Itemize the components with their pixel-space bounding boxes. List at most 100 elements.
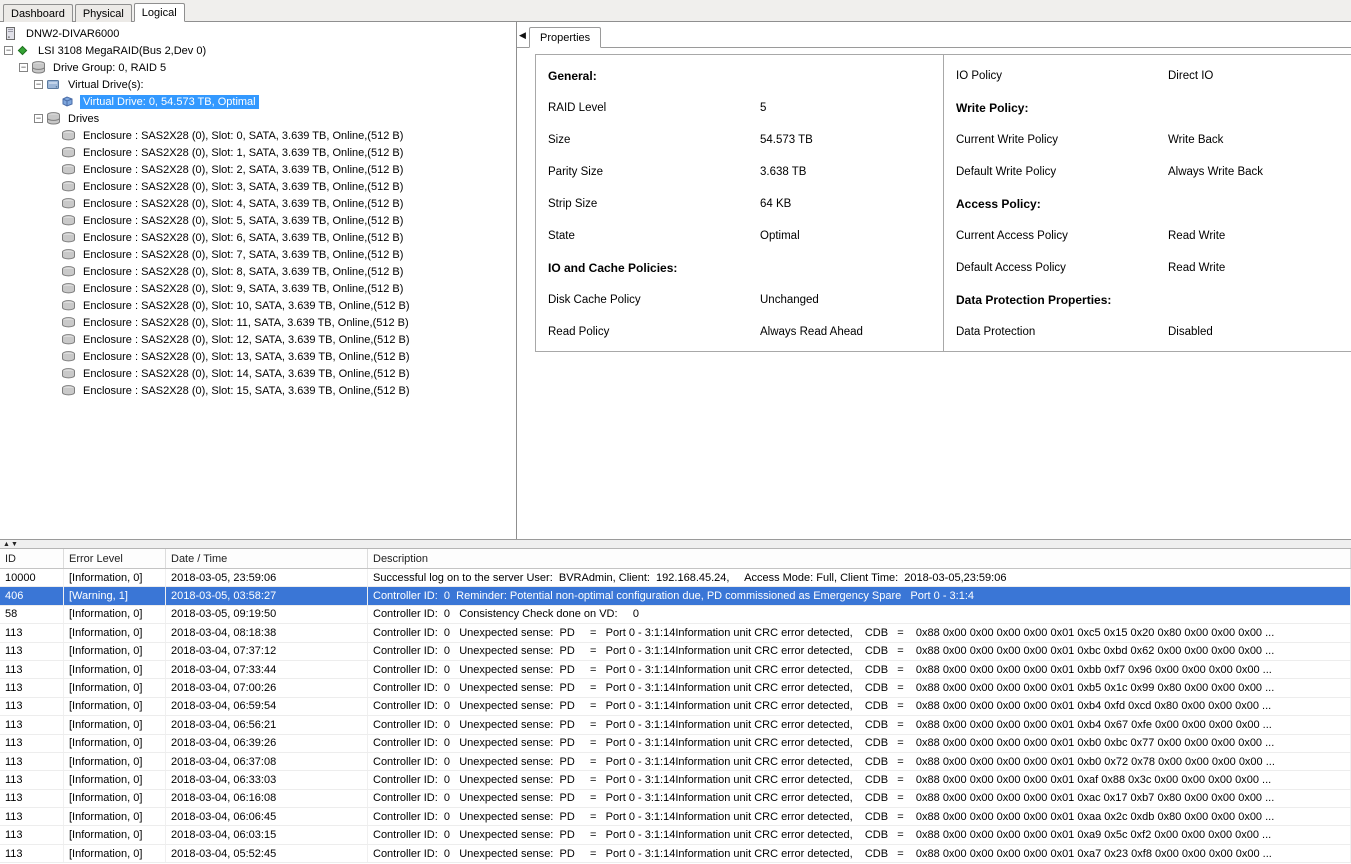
property-value: 3.638 TB [760, 166, 943, 178]
property-row: Parity Size3.638 TB [536, 156, 943, 188]
tree-item[interactable]: Enclosure : SAS2X28 (0), Slot: 12, SATA,… [0, 331, 516, 348]
tree-item[interactable]: Enclosure : SAS2X28 (0), Slot: 9, SATA, … [0, 280, 516, 297]
event-log-row[interactable]: 113[Information, 0]2018-03-04, 06:56:21C… [0, 716, 1351, 734]
event-log-row[interactable]: 113[Information, 0]2018-03-04, 06:06:45C… [0, 808, 1351, 826]
drive-icon [61, 283, 77, 294]
tree-item-label: Enclosure : SAS2X28 (0), Slot: 15, SATA,… [80, 384, 413, 398]
event-log-row[interactable]: 113[Information, 0]2018-03-04, 06:03:15C… [0, 826, 1351, 844]
event-log-row[interactable]: 406[Warning, 1]2018-03-05, 03:58:27Contr… [0, 587, 1351, 605]
tree-item[interactable]: Enclosure : SAS2X28 (0), Slot: 7, SATA, … [0, 246, 516, 263]
event-datetime: 2018-03-04, 07:33:44 [166, 661, 368, 678]
event-log-row[interactable]: 113[Information, 0]2018-03-04, 07:00:26C… [0, 679, 1351, 697]
event-id: 406 [0, 587, 64, 604]
event-log-row[interactable]: 58[Information, 0]2018-03-05, 09:19:50Co… [0, 606, 1351, 624]
drive-group-icon [31, 61, 47, 74]
expander-minus-icon[interactable]: − [34, 80, 43, 89]
tree-item[interactable]: − Drives [0, 110, 516, 127]
property-value: 64 KB [760, 198, 943, 210]
tree-item[interactable]: Enclosure : SAS2X28 (0), Slot: 1, SATA, … [0, 144, 516, 161]
event-log-row[interactable]: 113[Information, 0]2018-03-04, 06:16:08C… [0, 790, 1351, 808]
property-value: 54.573 TB [760, 134, 943, 146]
tree-item[interactable]: Enclosure : SAS2X28 (0), Slot: 10, SATA,… [0, 297, 516, 314]
tab-physical[interactable]: Physical [75, 4, 132, 22]
tree-item[interactable]: Virtual Drive: 0, 54.573 TB, Optimal [0, 93, 516, 110]
tree-item[interactable]: Enclosure : SAS2X28 (0), Slot: 0, SATA, … [0, 127, 516, 144]
virtual-drive-icon [61, 95, 77, 108]
property-value: Write Back [1168, 134, 1351, 146]
property-section-header: Data Protection Properties: [944, 284, 1351, 316]
tree-item-label: Enclosure : SAS2X28 (0), Slot: 14, SATA,… [80, 367, 413, 381]
event-log-row[interactable]: 113[Information, 0]2018-03-04, 06:33:03C… [0, 771, 1351, 789]
event-id: 113 [0, 661, 64, 678]
event-log-row[interactable]: 113[Information, 0]2018-03-04, 08:18:38C… [0, 624, 1351, 642]
tab-dashboard[interactable]: Dashboard [3, 4, 73, 22]
tree-item[interactable]: − Drive Group: 0, RAID 5 [0, 59, 516, 76]
property-section-header: Access Policy: [944, 188, 1351, 220]
column-header-date-time[interactable]: Date / Time [166, 549, 368, 568]
property-row: Size54.573 TB [536, 124, 943, 156]
property-label: Strip Size [548, 198, 760, 210]
splitter-down-icon[interactable]: ▼ [11, 541, 18, 548]
event-log-row[interactable]: 113[Information, 0]2018-03-04, 07:33:44C… [0, 661, 1351, 679]
property-label: State [548, 230, 760, 242]
property-section-header: General: [536, 60, 943, 92]
event-error-level: [Information, 0] [64, 643, 166, 660]
tree-item-label: Enclosure : SAS2X28 (0), Slot: 12, SATA,… [80, 333, 413, 347]
tree-item[interactable]: Enclosure : SAS2X28 (0), Slot: 8, SATA, … [0, 263, 516, 280]
event-description: Controller ID: 0 Unexpected sense: PD = … [368, 698, 1351, 715]
drive-icon [61, 385, 77, 396]
event-log-row[interactable]: 113[Information, 0]2018-03-04, 06:39:26C… [0, 735, 1351, 753]
property-label: Data Protection Properties: [956, 293, 1168, 307]
property-row: IO PolicyDirect IO [944, 60, 1351, 92]
property-value: Direct IO [1168, 70, 1351, 82]
event-log-row[interactable]: 10000[Information, 0]2018-03-05, 23:59:0… [0, 569, 1351, 587]
event-id: 10000 [0, 569, 64, 586]
tree-item[interactable]: − LSI 3108 MegaRAID(Bus 2,Dev 0) [0, 42, 516, 59]
tree-item[interactable]: Enclosure : SAS2X28 (0), Slot: 5, SATA, … [0, 212, 516, 229]
tree-item[interactable]: − Virtual Drive(s): [0, 76, 516, 93]
event-id: 113 [0, 845, 64, 862]
property-row: Current Access PolicyRead Write [944, 220, 1351, 252]
tree-item[interactable]: Enclosure : SAS2X28 (0), Slot: 4, SATA, … [0, 195, 516, 212]
event-error-level: [Information, 0] [64, 606, 166, 623]
tree-item[interactable]: Enclosure : SAS2X28 (0), Slot: 2, SATA, … [0, 161, 516, 178]
event-id: 113 [0, 735, 64, 752]
event-error-level: [Information, 0] [64, 845, 166, 862]
tree-item[interactable]: Enclosure : SAS2X28 (0), Slot: 15, SATA,… [0, 382, 516, 399]
tree-item[interactable]: DNW2-DIVAR6000 [0, 25, 516, 42]
expander-minus-icon[interactable]: − [34, 114, 43, 123]
collapse-left-icon[interactable]: ◀ [519, 30, 526, 41]
event-log-row[interactable]: 113[Information, 0]2018-03-04, 05:52:45C… [0, 845, 1351, 863]
main-area: DNW2-DIVAR6000−LSI 3108 MegaRAID(Bus 2,D… [0, 22, 1351, 539]
event-log-row[interactable]: 113[Information, 0]2018-03-04, 06:59:54C… [0, 698, 1351, 716]
tree-item-label: Virtual Drive(s): [65, 78, 147, 92]
tree-item-label: Drive Group: 0, RAID 5 [50, 61, 169, 75]
tab-logical[interactable]: Logical [134, 3, 185, 22]
event-id: 113 [0, 790, 64, 807]
panel-splitter[interactable]: ▲ ▼ [0, 539, 1351, 548]
event-log-row[interactable]: 113[Information, 0]2018-03-04, 06:37:08C… [0, 753, 1351, 771]
expander-minus-icon[interactable]: − [19, 63, 28, 72]
tree-item[interactable]: Enclosure : SAS2X28 (0), Slot: 6, SATA, … [0, 229, 516, 246]
column-header-id[interactable]: ID [0, 549, 64, 568]
event-description: Controller ID: 0 Unexpected sense: PD = … [368, 643, 1351, 660]
event-log-rows: 10000[Information, 0]2018-03-05, 23:59:0… [0, 569, 1351, 864]
column-header-description[interactable]: Description [368, 549, 1351, 568]
view-tabbar: DashboardPhysicalLogical [0, 0, 1351, 22]
splitter-up-icon[interactable]: ▲ [3, 541, 10, 548]
tree-item-label: Enclosure : SAS2X28 (0), Slot: 8, SATA, … [80, 265, 406, 279]
tree-item[interactable]: Enclosure : SAS2X28 (0), Slot: 11, SATA,… [0, 314, 516, 331]
drive-icon [61, 300, 77, 311]
property-value: Disabled [1168, 326, 1351, 338]
tree-item[interactable]: Enclosure : SAS2X28 (0), Slot: 3, SATA, … [0, 178, 516, 195]
column-header-error-level[interactable]: Error Level [64, 549, 166, 568]
tab-properties[interactable]: Properties [529, 27, 601, 48]
tree-item-label: LSI 3108 MegaRAID(Bus 2,Dev 0) [35, 44, 209, 58]
tree-item[interactable]: Enclosure : SAS2X28 (0), Slot: 13, SATA,… [0, 348, 516, 365]
tree-item-label: Drives [65, 112, 102, 126]
expander-minus-icon[interactable]: − [4, 46, 13, 55]
event-datetime: 2018-03-04, 06:03:15 [166, 826, 368, 843]
property-section-header: IO and Cache Policies: [536, 252, 943, 284]
event-log-row[interactable]: 113[Information, 0]2018-03-04, 07:37:12C… [0, 643, 1351, 661]
tree-item[interactable]: Enclosure : SAS2X28 (0), Slot: 14, SATA,… [0, 365, 516, 382]
